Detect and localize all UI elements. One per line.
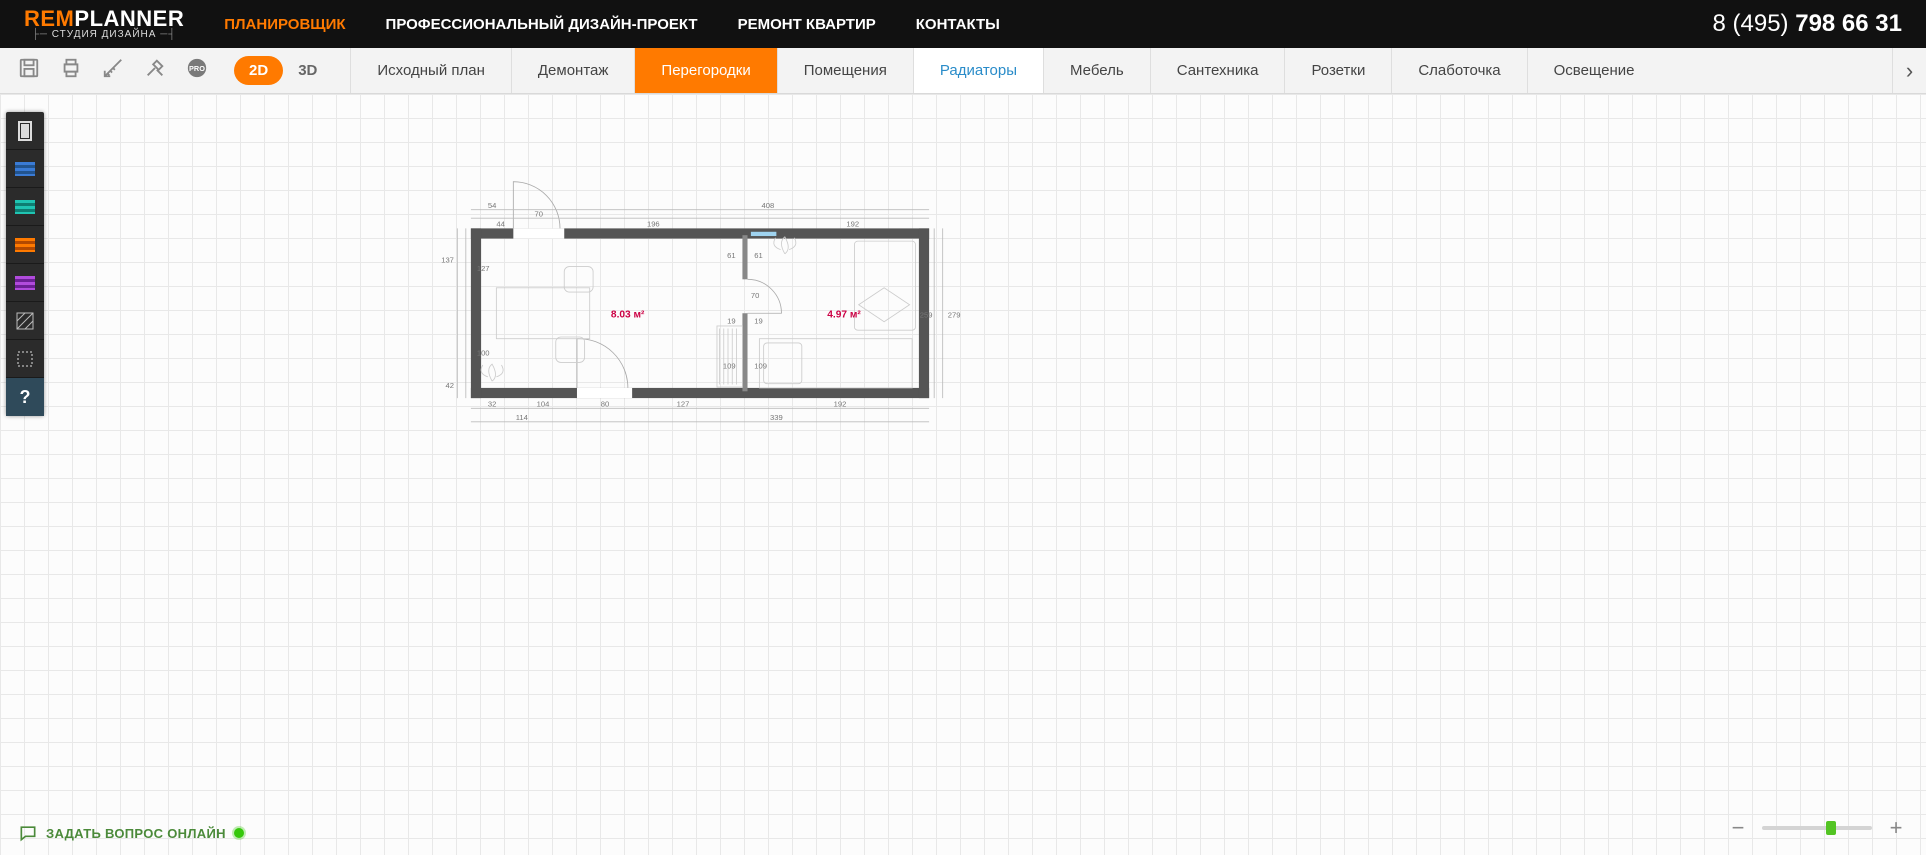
- chat-icon: [18, 823, 38, 843]
- zoom-slider-knob[interactable]: [1826, 821, 1836, 835]
- floor-plan[interactable]: 8.03 м² 4.97 м² 54 70 408 44 196 192 137…: [420, 169, 980, 449]
- dim-label: 61: [727, 251, 735, 260]
- app-logo[interactable]: REMPLANNER СТУДИЯ ДИЗАЙНА: [24, 8, 184, 40]
- dim-label: 70: [751, 291, 759, 300]
- palette-select-tool[interactable]: [6, 340, 44, 378]
- nav-design[interactable]: ПРОФЕССИОНАЛЬНЫЙ ДИЗАЙН-ПРОЕКТ: [386, 16, 698, 33]
- palette-hatch-tool[interactable]: [6, 302, 44, 340]
- dim-label: 104: [537, 400, 550, 409]
- palette-door-tool[interactable]: [6, 112, 44, 150]
- tab-rooms[interactable]: Помещения: [777, 48, 913, 93]
- tab-lighting[interactable]: Освещение: [1527, 48, 1661, 93]
- nav-contacts[interactable]: КОНТАКТЫ: [916, 16, 1000, 33]
- pro-badge-icon[interactable]: PRO: [186, 57, 208, 84]
- online-status-icon: [234, 828, 244, 838]
- logo-text: REMPLANNER: [24, 8, 184, 30]
- nav-planner[interactable]: ПЛАНИРОВЩИК: [224, 16, 345, 33]
- zoom-in-button[interactable]: +: [1886, 815, 1906, 841]
- toolbar-actions: PRO 2D 3D: [0, 48, 350, 93]
- palette-brick-purple[interactable]: [6, 264, 44, 302]
- dim-label: 80: [601, 400, 609, 409]
- tabs-scroll-right[interactable]: ›: [1892, 48, 1926, 93]
- view-3d-button[interactable]: 3D: [283, 56, 332, 85]
- tab-source-plan[interactable]: Исходный план: [350, 48, 511, 93]
- view-2d-button[interactable]: 2D: [234, 56, 283, 85]
- nav-repair[interactable]: РЕМОНТ КВАРТИР: [738, 16, 876, 33]
- palette-brick-orange[interactable]: [6, 226, 44, 264]
- zoom-control: − +: [1728, 815, 1906, 841]
- canvas[interactable]: ?: [0, 94, 1926, 855]
- chat-label: ЗАДАТЬ ВОПРОС ОНЛАЙН: [46, 826, 226, 841]
- dim-label: 109: [723, 361, 736, 370]
- tab-radiators[interactable]: Радиаторы: [913, 48, 1043, 93]
- dim-label: 127: [677, 400, 690, 409]
- dim-label: 114: [516, 413, 529, 422]
- toolbar: PRO 2D 3D Исходный план Демонтаж Перегор…: [0, 48, 1926, 94]
- room-a-area: 8.03 м²: [611, 309, 645, 320]
- dim-label: 192: [834, 400, 847, 409]
- dim-label: 100: [477, 349, 490, 358]
- tab-demolition[interactable]: Демонтаж: [511, 48, 635, 93]
- dim-label: 42: [445, 381, 453, 390]
- room-b-area: 4.97 м²: [827, 309, 861, 320]
- dim-label: 259: [920, 310, 933, 319]
- palette-brick-teal[interactable]: [6, 188, 44, 226]
- print-icon[interactable]: [60, 57, 82, 84]
- zoom-slider[interactable]: [1762, 826, 1872, 830]
- svg-text:PRO: PRO: [189, 64, 205, 73]
- dim-label: 70: [535, 210, 543, 219]
- tab-plumbing[interactable]: Сантехника: [1150, 48, 1285, 93]
- zoom-out-button[interactable]: −: [1728, 815, 1748, 841]
- logo-subtitle: СТУДИЯ ДИЗАЙНА: [24, 30, 184, 40]
- tab-low-voltage[interactable]: Слаботочка: [1391, 48, 1526, 93]
- dim-label: 192: [846, 220, 859, 229]
- dim-label: 19: [754, 316, 762, 325]
- dim-label: 61: [754, 251, 762, 260]
- dim-label: 137: [441, 255, 454, 264]
- measure-icon[interactable]: [102, 57, 124, 84]
- chevron-right-icon: ›: [1906, 58, 1913, 84]
- dim-label: 196: [647, 220, 660, 229]
- palette-help-button[interactable]: ?: [6, 378, 44, 416]
- tab-partitions[interactable]: Перегородки: [634, 48, 776, 93]
- left-palette: ?: [6, 112, 44, 416]
- dim-label: 408: [762, 201, 775, 210]
- save-icon[interactable]: [18, 57, 40, 84]
- tab-furniture[interactable]: Мебель: [1043, 48, 1150, 93]
- chat-button[interactable]: ЗАДАТЬ ВОПРОС ОНЛАЙН: [18, 823, 244, 843]
- dim-label: 109: [754, 361, 767, 370]
- dim-label: 44: [496, 220, 505, 229]
- dim-label: 19: [727, 316, 735, 325]
- view-toggle: 2D 3D: [234, 56, 332, 85]
- phone-number[interactable]: 8 (495) 798 66 31: [1713, 10, 1903, 38]
- top-navbar: REMPLANNER СТУДИЯ ДИЗАЙНА ПЛАНИРОВЩИК ПР…: [0, 0, 1926, 48]
- tools-icon[interactable]: [144, 57, 166, 84]
- dim-label: 339: [770, 413, 783, 422]
- dim-label: 279: [948, 310, 961, 319]
- dim-label: 54: [488, 201, 497, 210]
- tab-sockets[interactable]: Розетки: [1284, 48, 1391, 93]
- dim-label: 127: [477, 264, 490, 273]
- dim-label: 32: [488, 400, 496, 409]
- layer-tabs: Исходный план Демонтаж Перегородки Помещ…: [350, 48, 1892, 93]
- palette-brick-blue[interactable]: [6, 150, 44, 188]
